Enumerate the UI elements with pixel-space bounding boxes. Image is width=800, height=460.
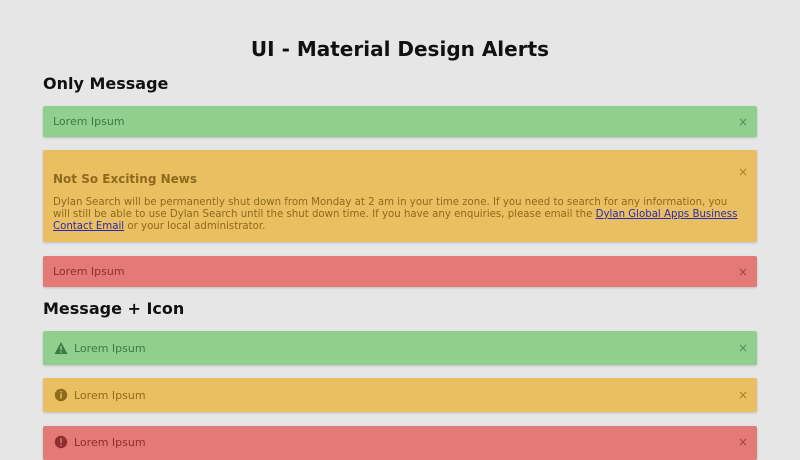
- alert-danger: Lorem Ipsum ×: [43, 256, 757, 287]
- close-icon[interactable]: ×: [738, 116, 748, 128]
- alert-success-icon: Lorem Ipsum ×: [43, 331, 757, 365]
- close-icon[interactable]: ×: [738, 389, 748, 401]
- page-title: UI - Material Design Alerts: [250, 37, 550, 61]
- alert-body: Dylan Search will be permanently shut do…: [53, 197, 747, 233]
- alert-message: Lorem Ipsum: [74, 435, 146, 449]
- alert-body-text-end: or your local administrator.: [124, 221, 266, 232]
- close-icon[interactable]: ×: [738, 342, 748, 354]
- section-heading-only-message: Only Message: [43, 74, 169, 93]
- alert-message: Lorem Ipsum: [74, 341, 146, 355]
- error-circle-icon: [54, 435, 68, 449]
- alert-warning-icon: Lorem Ipsum ×: [43, 378, 757, 412]
- alert-success: Lorem Ipsum ×: [43, 106, 757, 137]
- alert-title: Not So Exciting News: [53, 172, 197, 186]
- close-icon[interactable]: ×: [738, 266, 748, 278]
- info-circle-icon: [54, 388, 68, 402]
- close-icon[interactable]: ×: [738, 436, 748, 448]
- close-icon[interactable]: ×: [738, 166, 748, 178]
- alert-message: Lorem Ipsum: [53, 265, 125, 278]
- warning-triangle-icon: [54, 342, 68, 354]
- alert-danger-icon: Lorem Ipsum ×: [43, 426, 757, 460]
- alert-message: Lorem Ipsum: [74, 388, 146, 402]
- alert-message: Lorem Ipsum: [53, 115, 125, 128]
- section-heading-message-icon: Message + Icon: [43, 299, 185, 318]
- alert-warning-news: × Not So Exciting News Dylan Search will…: [43, 150, 757, 242]
